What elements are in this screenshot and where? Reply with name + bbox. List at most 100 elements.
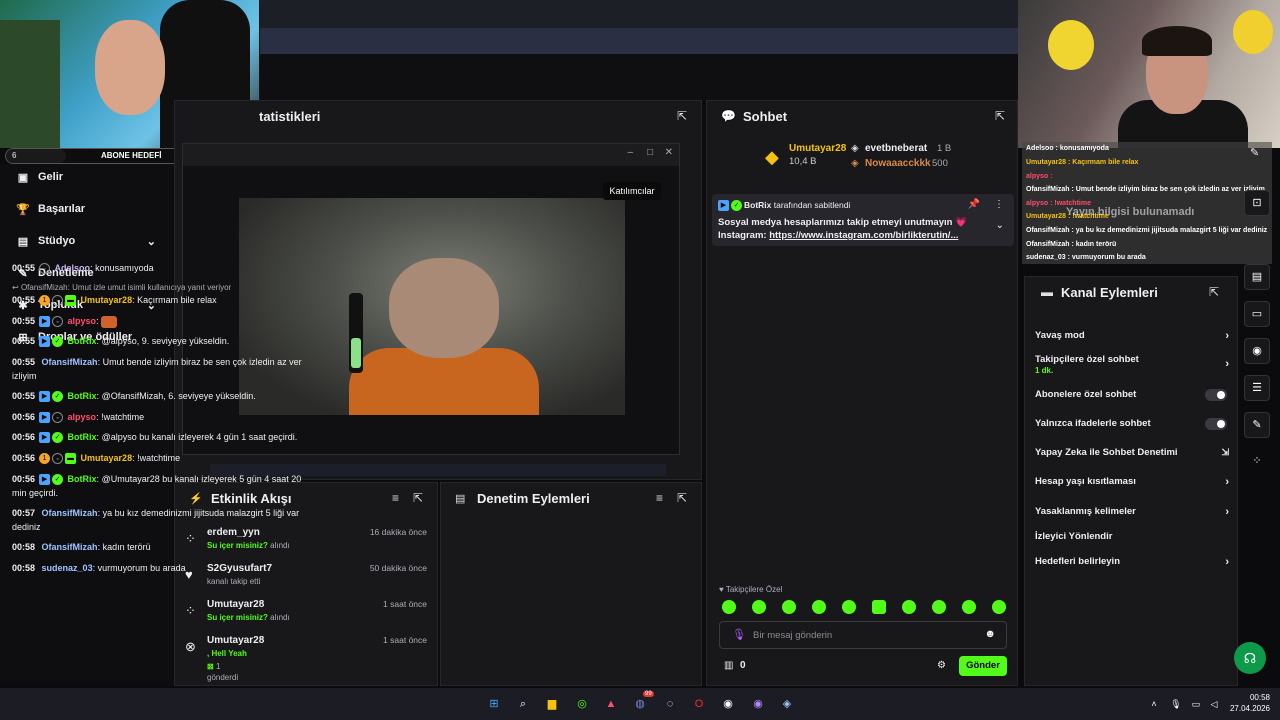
bot-badge-icon: ▶ (718, 200, 729, 212)
community-icon[interactable]: ⁘ (1244, 449, 1270, 475)
send-button[interactable]: Gönder (959, 656, 1007, 676)
kick-icon: ⊠ (207, 662, 216, 671)
discord-badge: 99 (643, 691, 654, 697)
sidebar-item-label: Başarılar (38, 203, 86, 215)
sidebar-item-label: Gelir (38, 171, 64, 183)
obs-icon[interactable]: ◉ (720, 696, 736, 712)
pinned-link[interactable]: https://www.instagram.com/birlikterutin/… (769, 230, 958, 241)
support-button[interactable]: ☊ (1234, 642, 1266, 674)
chevron-down-icon: ⌄ (146, 235, 156, 248)
diamond-icon: ◈ (851, 143, 859, 154)
slow-mode-row[interactable]: Yavaş mod › (1035, 330, 1231, 342)
moderation-panel: ▤ Denetim Eylemleri ≡ ⇱ (440, 482, 702, 686)
pinned-message: ▶ ✓ BotRix tarafından sabitlendi 📌 ⋮ Sosya… (712, 194, 1014, 246)
emote-icon[interactable] (752, 600, 766, 614)
popout-icon[interactable]: ⇱ (677, 491, 687, 505)
gift-icon[interactable]: ▥ (724, 660, 733, 671)
start-icon[interactable]: ⊞ (486, 696, 502, 712)
ai-moderation-row[interactable]: Yapay Zeka ile Sohbet Denetimi ⇲ (1035, 447, 1231, 458)
chat-message: 00:56 ▶ ✓ BotRix: @Umutayar28 bu kanalı iz… (12, 474, 302, 498)
filter-icon[interactable]: ≡ (656, 491, 663, 505)
obs-icon[interactable]: ◉ (750, 696, 766, 712)
document-icon[interactable]: ▤ (1244, 264, 1270, 290)
emote-icon[interactable] (722, 600, 736, 614)
chat-input[interactable]: 🎙 Bir mesaj gönderin ☻ (719, 621, 1007, 649)
discord-icon[interactable]: ◍ (632, 696, 648, 712)
app-icon[interactable]: ▲ (603, 696, 619, 712)
list-icon[interactable]: ☰ (1244, 375, 1270, 401)
emote-icon (101, 315, 118, 328)
windows-taskbar: ⊞ ⌕ ▆ ◎ ▲ ◍ 99 ◌ O ◉ ◉ ◈ ˄ 🎙 ▭ ◁ (0, 688, 1280, 720)
sub-goal-start: 6 (12, 151, 17, 160)
kick-icon: ⊗ (185, 639, 196, 654)
emote-icon[interactable] (902, 600, 916, 614)
sidebar-item-label: Stüdyo (38, 235, 76, 247)
chat-message: 00:55 ▶ ◦ alpyso: (12, 314, 302, 328)
steam-icon[interactable]: ◈ (779, 696, 795, 712)
popout-icon[interactable]: ⇱ (1209, 285, 1219, 299)
preview-titlebar: – □ ✕ (183, 144, 679, 166)
moderation-panel-title: Denetim Eylemleri (477, 491, 590, 506)
mic-icon[interactable]: 🎙 (732, 628, 746, 641)
followers-only-row[interactable]: Takipçilere özel sohbet 1 dk. › (1035, 354, 1231, 376)
emote-icon[interactable] (932, 600, 946, 614)
channel-actions-panel: ▬ Kanal Eylemleri ⇱ Yavaş mod › Takipçile… (1024, 276, 1238, 686)
more-icon[interactable]: ⋮ (994, 199, 1004, 210)
sidebar-item-gelir[interactable]: ▣ Gelir (0, 164, 172, 190)
app-icon[interactable]: ◌ (662, 696, 678, 712)
emote-icon[interactable] (782, 600, 796, 614)
filter-icon[interactable]: ≡ (392, 491, 399, 505)
emote-icon[interactable] (842, 600, 856, 614)
sidebar-item-basarilar[interactable]: 🏆 Başarılar (0, 196, 172, 222)
banned-words-row[interactable]: Yasaklanmış kelimeler › (1035, 506, 1231, 518)
popout-icon[interactable]: ⇱ (995, 109, 1005, 123)
opera-icon[interactable]: O (691, 696, 707, 712)
folder-icon[interactable]: ▆ (544, 696, 560, 712)
close-icon[interactable]: ✕ (665, 147, 673, 158)
emote-icon[interactable] (872, 600, 886, 614)
chat-message: 00:55 ▶ ✓ BotRix: @alpyso, 9. seviyeye yük… (12, 336, 230, 348)
minimize-icon[interactable]: – (627, 147, 633, 158)
emote-icon[interactable] (962, 600, 976, 614)
settings-gear-icon[interactable]: ⚙ (937, 660, 946, 671)
popout-icon[interactable]: ⇱ (413, 491, 423, 505)
webcam-right (1018, 0, 1280, 148)
wrench-icon[interactable]: ✎ (1244, 412, 1270, 438)
popout-icon[interactable]: ⇱ (677, 109, 687, 123)
edit-icon[interactable]: ✎ (1250, 146, 1259, 159)
taskbar-clock[interactable]: 00:58 27.04.2026 (1230, 692, 1270, 714)
mic-icon[interactable]: 🎙 (1168, 696, 1184, 712)
trophy-icon: 🏆 (16, 203, 30, 216)
chat-message: 00:56 ▶ ✓ BotRix: @alpyso bu kanalı izleye… (12, 432, 298, 444)
display-icon[interactable]: ▭ (1188, 696, 1204, 712)
points-badge-icon: ◦ (39, 263, 51, 275)
kick-points-icon: ⁘ (185, 603, 196, 618)
chevron-up-icon[interactable]: ˄ (1146, 696, 1162, 712)
external-link-icon: ⇲ (1221, 447, 1229, 457)
whatsapp-icon[interactable]: ◎ (574, 696, 590, 712)
broadcast-icon[interactable]: ◉ (1244, 338, 1270, 364)
maximize-icon[interactable]: □ (647, 147, 653, 158)
subscribers-only-toggle[interactable] (1205, 389, 1227, 401)
followers-only-label: ♥ Takipçilere Özel (719, 585, 783, 594)
emoji-icon[interactable]: ☻ (984, 628, 996, 640)
emotes-only-toggle[interactable] (1205, 418, 1227, 430)
host-viewers-row[interactable]: İzleyici Yönlendir (1035, 531, 1231, 542)
emote-icon[interactable] (992, 600, 1006, 614)
sidebar-item-studyo[interactable]: ▤ Stüdyo ⌄ (0, 228, 172, 254)
search-icon[interactable]: ⌕ (515, 696, 531, 712)
set-goals-row[interactable]: Hedefleri belirleyin › (1035, 556, 1231, 568)
account-age-row[interactable]: Hesap yaşı kısıtlaması › (1035, 476, 1231, 488)
overlay-chat: Adelsoo : konusamıyoda Umutayar28 : Kaçı… (1022, 142, 1272, 264)
settings-icon[interactable]: ⊡ (1244, 190, 1270, 216)
chat-message: 00:55 OfansifMizah: Umut bende izliyim b… (12, 357, 302, 381)
pin-icon[interactable]: 📌 (968, 199, 980, 210)
chat-message: 00:56 ▶ ◦ alpyso: !watchtime (12, 412, 145, 424)
chat-panel-title: Sohbet (743, 109, 788, 124)
emote-icon[interactable] (812, 600, 826, 614)
chat-icon[interactable]: ▭ (1244, 301, 1270, 327)
studio-icon: ▤ (17, 235, 29, 248)
chat-message: 00:55 1 ◦ ▬ Umutayar28: Kaçırmam bile relax (12, 295, 217, 307)
chevron-down-icon[interactable]: ⌄ (996, 220, 1004, 231)
volume-icon[interactable]: ◁ (1206, 696, 1222, 712)
